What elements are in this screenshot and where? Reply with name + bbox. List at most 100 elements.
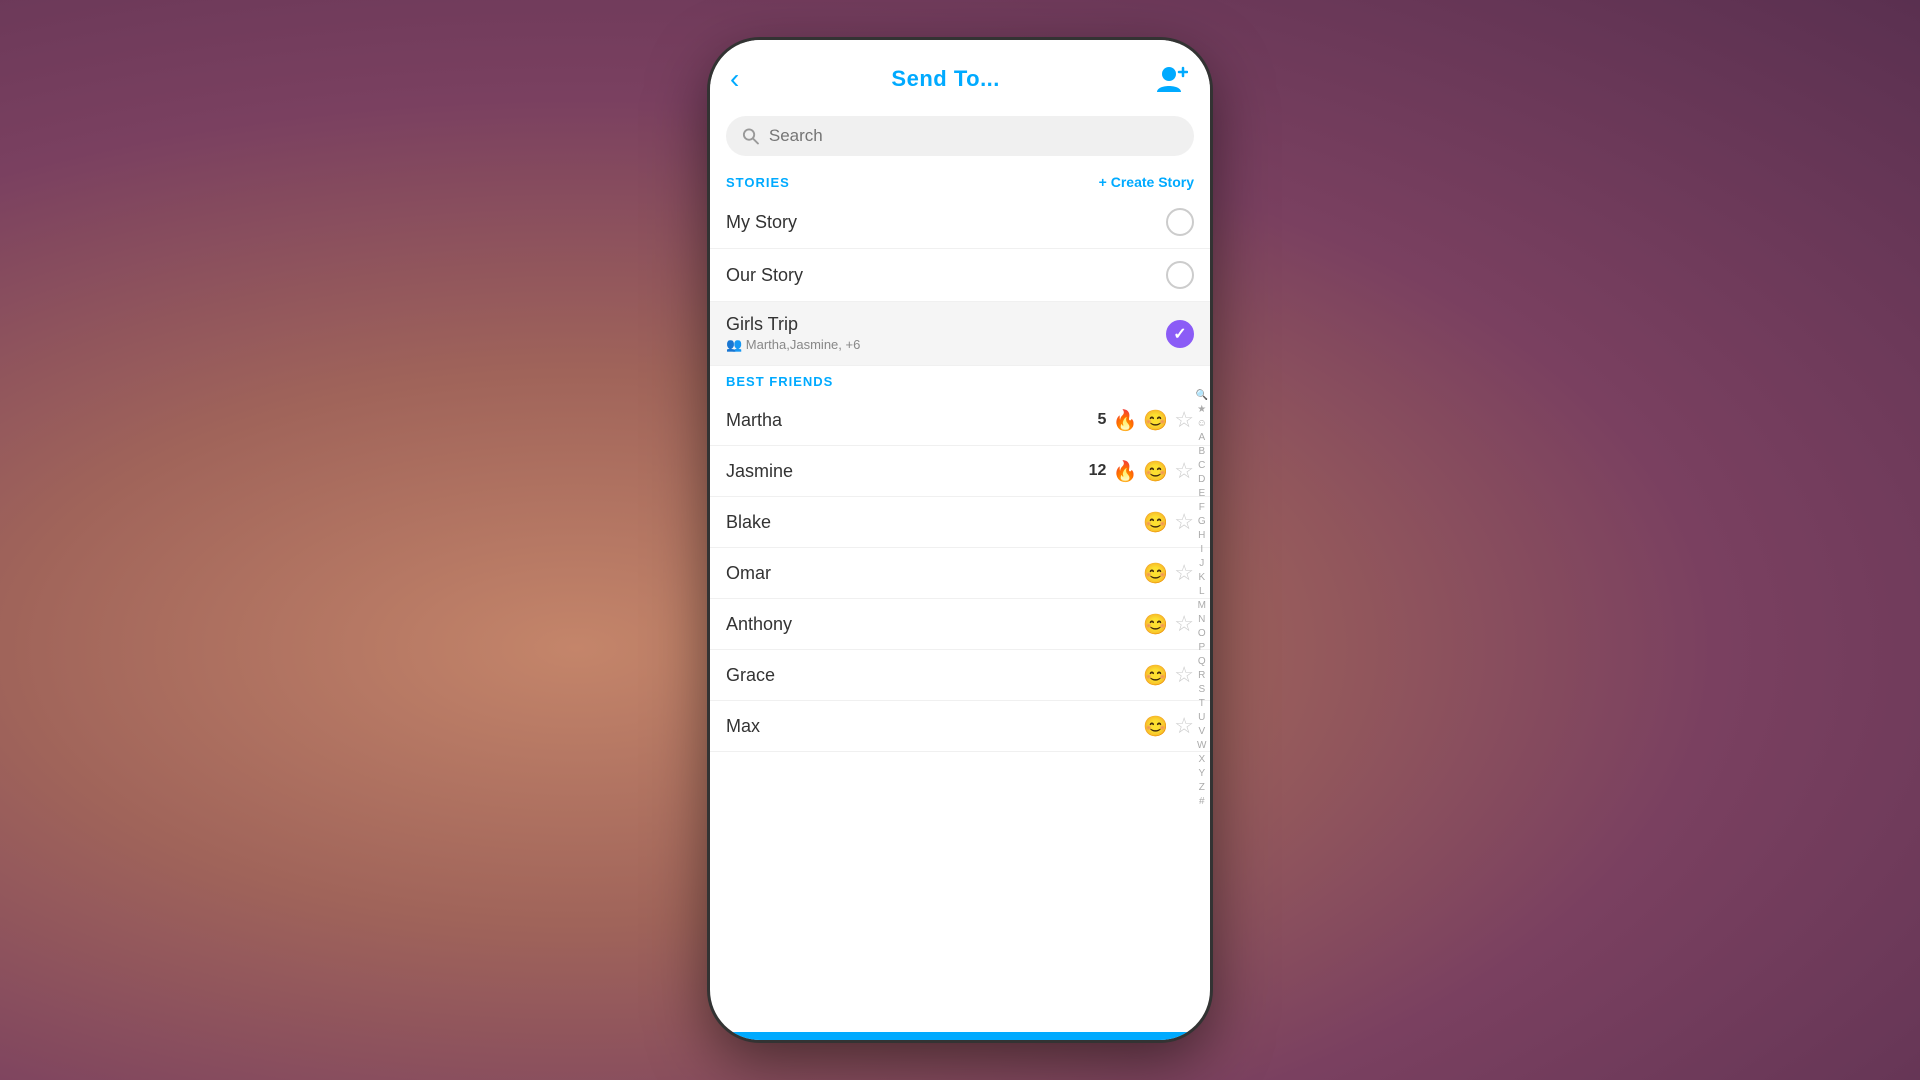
stories-label: STORIES [726, 175, 790, 190]
grace-item[interactable]: Grace 😊 ☆ [710, 650, 1210, 701]
martha-name: Martha [726, 410, 1098, 431]
martha-star[interactable]: ☆ [1174, 407, 1194, 433]
jasmine-item[interactable]: Jasmine 12 🔥 😊 ☆ [710, 446, 1210, 497]
alpha-search[interactable]: 🔍 [1196, 389, 1208, 403]
alpha-f[interactable]: F [1199, 501, 1205, 515]
omar-info: Omar [726, 563, 1143, 584]
bottom-bar [710, 1032, 1210, 1040]
alpha-u[interactable]: U [1198, 711, 1205, 725]
content-area: STORIES + Create Story My Story Our Stor… [710, 166, 1210, 1032]
max-name: Max [726, 716, 1143, 737]
alpha-j[interactable]: J [1199, 557, 1204, 571]
max-info: Max [726, 716, 1143, 737]
blake-name: Blake [726, 512, 1143, 533]
martha-fire-emoji: 🔥 [1112, 408, 1137, 433]
anthony-item[interactable]: Anthony 😊 ☆ [710, 599, 1210, 650]
back-button[interactable]: ‹ [730, 65, 739, 93]
add-friend-icon [1154, 62, 1188, 96]
alpha-l[interactable]: L [1199, 585, 1205, 599]
alpha-q[interactable]: Q [1198, 655, 1206, 669]
my-story-info: My Story [726, 212, 1166, 233]
alpha-c[interactable]: C [1198, 459, 1205, 473]
blake-item[interactable]: Blake 😊 ☆ [710, 497, 1210, 548]
alpha-d[interactable]: D [1198, 473, 1205, 487]
search-input[interactable] [769, 126, 1178, 146]
my-story-item[interactable]: My Story [710, 196, 1210, 249]
martha-actions: 5 🔥 😊 ☆ [1098, 407, 1194, 433]
alpha-y[interactable]: Y [1198, 767, 1205, 781]
alpha-k[interactable]: K [1198, 571, 1205, 585]
grace-info: Grace [726, 665, 1143, 686]
martha-friend-emoji: 😊 [1143, 408, 1168, 433]
our-story-info: Our Story [726, 265, 1166, 286]
grace-actions: 😊 ☆ [1143, 662, 1194, 688]
my-story-name: My Story [726, 212, 1166, 233]
best-friends-label: BEST FRIENDS [726, 374, 833, 389]
best-friends-section-header: BEST FRIENDS [710, 366, 1210, 395]
my-story-radio[interactable] [1166, 208, 1194, 236]
martha-item[interactable]: Martha 5 🔥 😊 ☆ [710, 395, 1210, 446]
max-friend-emoji: 😊 [1143, 714, 1168, 739]
alpha-i[interactable]: I [1200, 543, 1203, 557]
alpha-r[interactable]: R [1198, 669, 1205, 683]
grace-star[interactable]: ☆ [1174, 662, 1194, 688]
jasmine-star[interactable]: ☆ [1174, 458, 1194, 484]
alpha-star[interactable]: ★ [1197, 403, 1206, 417]
girls-trip-info: Girls Trip 👥 Martha,Jasmine, +6 [726, 314, 1166, 353]
jasmine-info: Jasmine [726, 461, 1089, 482]
alpha-x[interactable]: X [1198, 753, 1205, 767]
anthony-actions: 😊 ☆ [1143, 611, 1194, 637]
stories-section-header: STORIES + Create Story [710, 166, 1210, 196]
omar-item[interactable]: Omar 😊 ☆ [710, 548, 1210, 599]
alpha-p[interactable]: P [1198, 641, 1205, 655]
jasmine-streak: 12 [1089, 462, 1107, 480]
max-star[interactable]: ☆ [1174, 713, 1194, 739]
our-story-item[interactable]: Our Story [710, 249, 1210, 302]
blake-info: Blake [726, 512, 1143, 533]
phone-container: ‹ Send To... STORIES [710, 40, 1210, 1040]
our-story-radio[interactable] [1166, 261, 1194, 289]
martha-streak: 5 [1098, 411, 1107, 429]
alpha-h[interactable]: H [1198, 529, 1205, 543]
girls-trip-radio[interactable] [1166, 320, 1194, 348]
create-story-button[interactable]: + Create Story [1099, 174, 1194, 190]
girls-trip-name: Girls Trip [726, 314, 1166, 335]
search-icon [742, 127, 759, 145]
alpha-t[interactable]: T [1199, 697, 1205, 711]
jasmine-fire-emoji: 🔥 [1112, 459, 1137, 484]
alpha-e[interactable]: E [1198, 487, 1205, 501]
girls-trip-item[interactable]: Girls Trip 👥 Martha,Jasmine, +6 [710, 302, 1210, 366]
blake-star[interactable]: ☆ [1174, 509, 1194, 535]
jasmine-actions: 12 🔥 😊 ☆ [1089, 458, 1194, 484]
alpha-w[interactable]: W [1197, 739, 1206, 753]
alpha-g[interactable]: G [1198, 515, 1206, 529]
max-item[interactable]: Max 😊 ☆ [710, 701, 1210, 752]
omar-star[interactable]: ☆ [1174, 560, 1194, 586]
alpha-n[interactable]: N [1198, 613, 1205, 627]
jasmine-name: Jasmine [726, 461, 1089, 482]
alpha-z[interactable]: Z [1199, 781, 1205, 795]
anthony-friend-emoji: 😊 [1143, 612, 1168, 637]
alpha-m[interactable]: M [1198, 599, 1206, 613]
alpha-o[interactable]: O [1198, 627, 1206, 641]
jasmine-friend-emoji: 😊 [1143, 459, 1168, 484]
grace-name: Grace [726, 665, 1143, 686]
girls-trip-subtitle: 👥 Martha,Jasmine, +6 [726, 337, 1166, 353]
alpha-s[interactable]: S [1198, 683, 1205, 697]
anthony-info: Anthony [726, 614, 1143, 635]
alpha-a[interactable]: A [1198, 431, 1205, 445]
anthony-star[interactable]: ☆ [1174, 611, 1194, 637]
header: ‹ Send To... [710, 40, 1210, 108]
page-title: Send To... [891, 66, 999, 92]
alpha-b[interactable]: B [1198, 445, 1205, 459]
blake-actions: 😊 ☆ [1143, 509, 1194, 535]
alpha-hash[interactable]: # [1199, 795, 1205, 809]
add-friend-button[interactable] [1152, 60, 1190, 98]
alpha-index: 🔍 ★ ☺ A B C D E F G H I J K L M N O P Q [1196, 389, 1208, 809]
phone-screen: ‹ Send To... STORIES [710, 40, 1210, 1040]
alpha-face[interactable]: ☺ [1197, 417, 1207, 431]
our-story-name: Our Story [726, 265, 1166, 286]
blake-friend-emoji: 😊 [1143, 510, 1168, 535]
grace-friend-emoji: 😊 [1143, 663, 1168, 688]
alpha-v[interactable]: V [1198, 725, 1205, 739]
